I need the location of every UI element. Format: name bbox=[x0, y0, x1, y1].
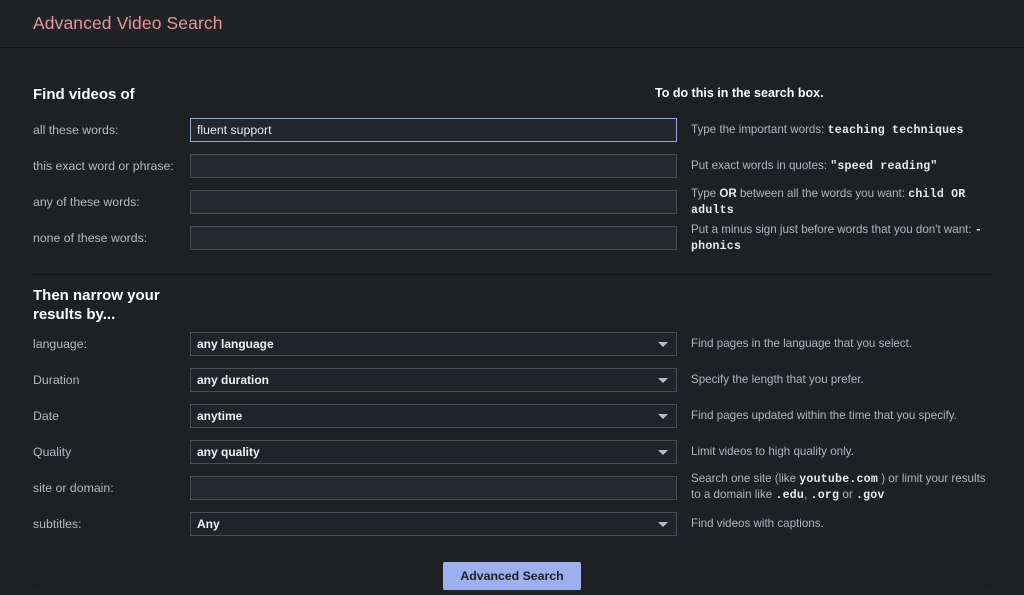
label-none-of-these-words: none of these words: bbox=[33, 231, 148, 246]
field-row-language: language: any language Find pages in the… bbox=[33, 326, 991, 362]
find-section-header: Find videos of To do this in the search … bbox=[33, 86, 991, 104]
narrow-section-header: Then narrow your results by... bbox=[33, 287, 991, 324]
narrow-section-title: Then narrow your results by... bbox=[33, 287, 160, 323]
field-row-subtitles: subtitles: Any Find videos with captions… bbox=[33, 506, 991, 542]
hint-code-gov: .gov bbox=[855, 488, 885, 502]
select-language-value: any language bbox=[197, 336, 274, 351]
hint-text-mid: between all the words you want: bbox=[736, 187, 909, 200]
select-subtitles-value: Any bbox=[197, 516, 220, 531]
hint-subtitles: Find videos with captions. bbox=[691, 517, 824, 531]
section-divider bbox=[33, 274, 991, 276]
field-row-any-of-these-words: any of these words: Type OR between all … bbox=[33, 184, 991, 220]
field-wrapper-subtitles: Any bbox=[190, 511, 677, 536]
label-language: language: bbox=[33, 336, 88, 351]
hint-quality: Limit videos to high quality only. bbox=[691, 445, 854, 459]
select-date-value: anytime bbox=[197, 408, 243, 423]
input-exact-phrase[interactable] bbox=[190, 154, 677, 179]
field-row-exact-phrase: this exact word or phrase: Put exact wor… bbox=[33, 148, 991, 184]
hint-text: Put exact words in quotes: bbox=[691, 159, 831, 173]
field-row-none-of-these-words: none of these words: Put a minus sign ju… bbox=[33, 220, 991, 256]
label-date: Date bbox=[33, 408, 59, 423]
hint-exact-phrase: Put exact words in quotes: "speed readin… bbox=[677, 158, 991, 174]
label-quality: Quality bbox=[33, 444, 72, 459]
hint-site-or-domain: Search one site (like youtube.com ) or l… bbox=[677, 472, 991, 504]
bottom-divider bbox=[33, 589, 991, 591]
label-site-or-domain: site or domain: bbox=[33, 480, 114, 495]
page-content: Find videos of To do this in the search … bbox=[0, 86, 1024, 591]
app-header: Advanced Video Search bbox=[0, 0, 1024, 48]
hint-text: Type the important words: bbox=[691, 123, 828, 137]
hint-language: Find pages in the language that you sele… bbox=[691, 337, 913, 351]
hint-duration: Specify the length that you prefer. bbox=[691, 373, 864, 387]
field-wrapper-date: anytime bbox=[190, 403, 677, 428]
hint-code-youtube: youtube.com bbox=[799, 473, 878, 487]
hint-code: "speed reading" bbox=[830, 160, 938, 174]
label-any-of-these-words: any of these words: bbox=[33, 195, 140, 210]
hint-operator: OR bbox=[719, 187, 737, 200]
input-site-or-domain[interactable] bbox=[190, 475, 677, 500]
chevron-down-icon bbox=[658, 341, 668, 347]
select-subtitles[interactable]: Any bbox=[190, 511, 677, 536]
chevron-down-icon bbox=[658, 413, 668, 419]
field-wrapper-any-of-these-words bbox=[190, 190, 677, 215]
chevron-down-icon bbox=[658, 377, 668, 383]
field-wrapper-duration: any duration bbox=[190, 367, 677, 392]
label-exact-phrase: this exact word or phrase: bbox=[33, 159, 174, 174]
chevron-down-icon bbox=[658, 521, 668, 527]
chevron-down-icon bbox=[658, 449, 668, 455]
field-wrapper-all-these-words bbox=[190, 118, 677, 143]
field-wrapper-quality: any quality bbox=[190, 439, 677, 464]
field-row-site-or-domain: site or domain: Search one site (like yo… bbox=[33, 470, 991, 506]
select-date[interactable]: anytime bbox=[190, 403, 677, 428]
input-none-of-these-words[interactable] bbox=[190, 226, 677, 251]
hint-text: or bbox=[839, 487, 856, 501]
hint-column-header: To do this in the search box. bbox=[655, 86, 824, 100]
hint-all-these-words: Type the important words: teaching techn… bbox=[677, 122, 991, 138]
hint-date: Find pages updated within the time that … bbox=[691, 409, 957, 423]
hint-code-edu: .edu bbox=[775, 488, 805, 502]
input-all-these-words[interactable] bbox=[190, 118, 677, 143]
field-row-quality: Quality any quality Limit videos to high… bbox=[33, 434, 991, 470]
field-wrapper-exact-phrase bbox=[190, 154, 677, 179]
select-duration[interactable]: any duration bbox=[190, 367, 677, 392]
field-wrapper-language: any language bbox=[190, 331, 677, 356]
label-duration: Duration bbox=[33, 372, 80, 387]
select-quality[interactable]: any quality bbox=[190, 439, 677, 464]
page-title: Advanced Video Search bbox=[33, 13, 223, 33]
hint-code: teaching techniques bbox=[827, 124, 964, 138]
hint-none-of-these-words: Put a minus sign just before words that … bbox=[677, 222, 991, 255]
field-wrapper-site-or-domain bbox=[190, 475, 677, 500]
field-row-all-these-words: all these words: Type the important word… bbox=[33, 112, 991, 148]
narrow-fields-group: language: any language Find pages in the… bbox=[33, 326, 991, 542]
select-duration-value: any duration bbox=[197, 372, 270, 387]
select-quality-value: any quality bbox=[197, 444, 260, 459]
hint-text: Type bbox=[691, 187, 720, 200]
label-all-these-words: all these words: bbox=[33, 123, 119, 138]
select-language[interactable]: any language bbox=[190, 331, 677, 356]
submit-row: Advanced Search bbox=[33, 561, 991, 590]
hint-code-org: .org bbox=[810, 488, 840, 502]
field-wrapper-none-of-these-words bbox=[190, 226, 677, 251]
hint-text: Put a minus sign just before words that … bbox=[691, 223, 975, 236]
input-any-of-these-words[interactable] bbox=[190, 190, 677, 215]
hint-any-of-these-words: Type OR between all the words you want: … bbox=[677, 186, 991, 219]
field-row-date: Date anytime Find pages updated within t… bbox=[33, 398, 991, 434]
field-row-duration: Duration any duration Specify the length… bbox=[33, 362, 991, 398]
label-subtitles: subtitles: bbox=[33, 516, 82, 531]
hint-text: Search one site (like bbox=[691, 472, 800, 486]
find-fields-group: all these words: Type the important word… bbox=[33, 112, 991, 256]
advanced-search-button[interactable]: Advanced Search bbox=[443, 561, 581, 590]
find-section-title: Find videos of bbox=[33, 86, 135, 103]
